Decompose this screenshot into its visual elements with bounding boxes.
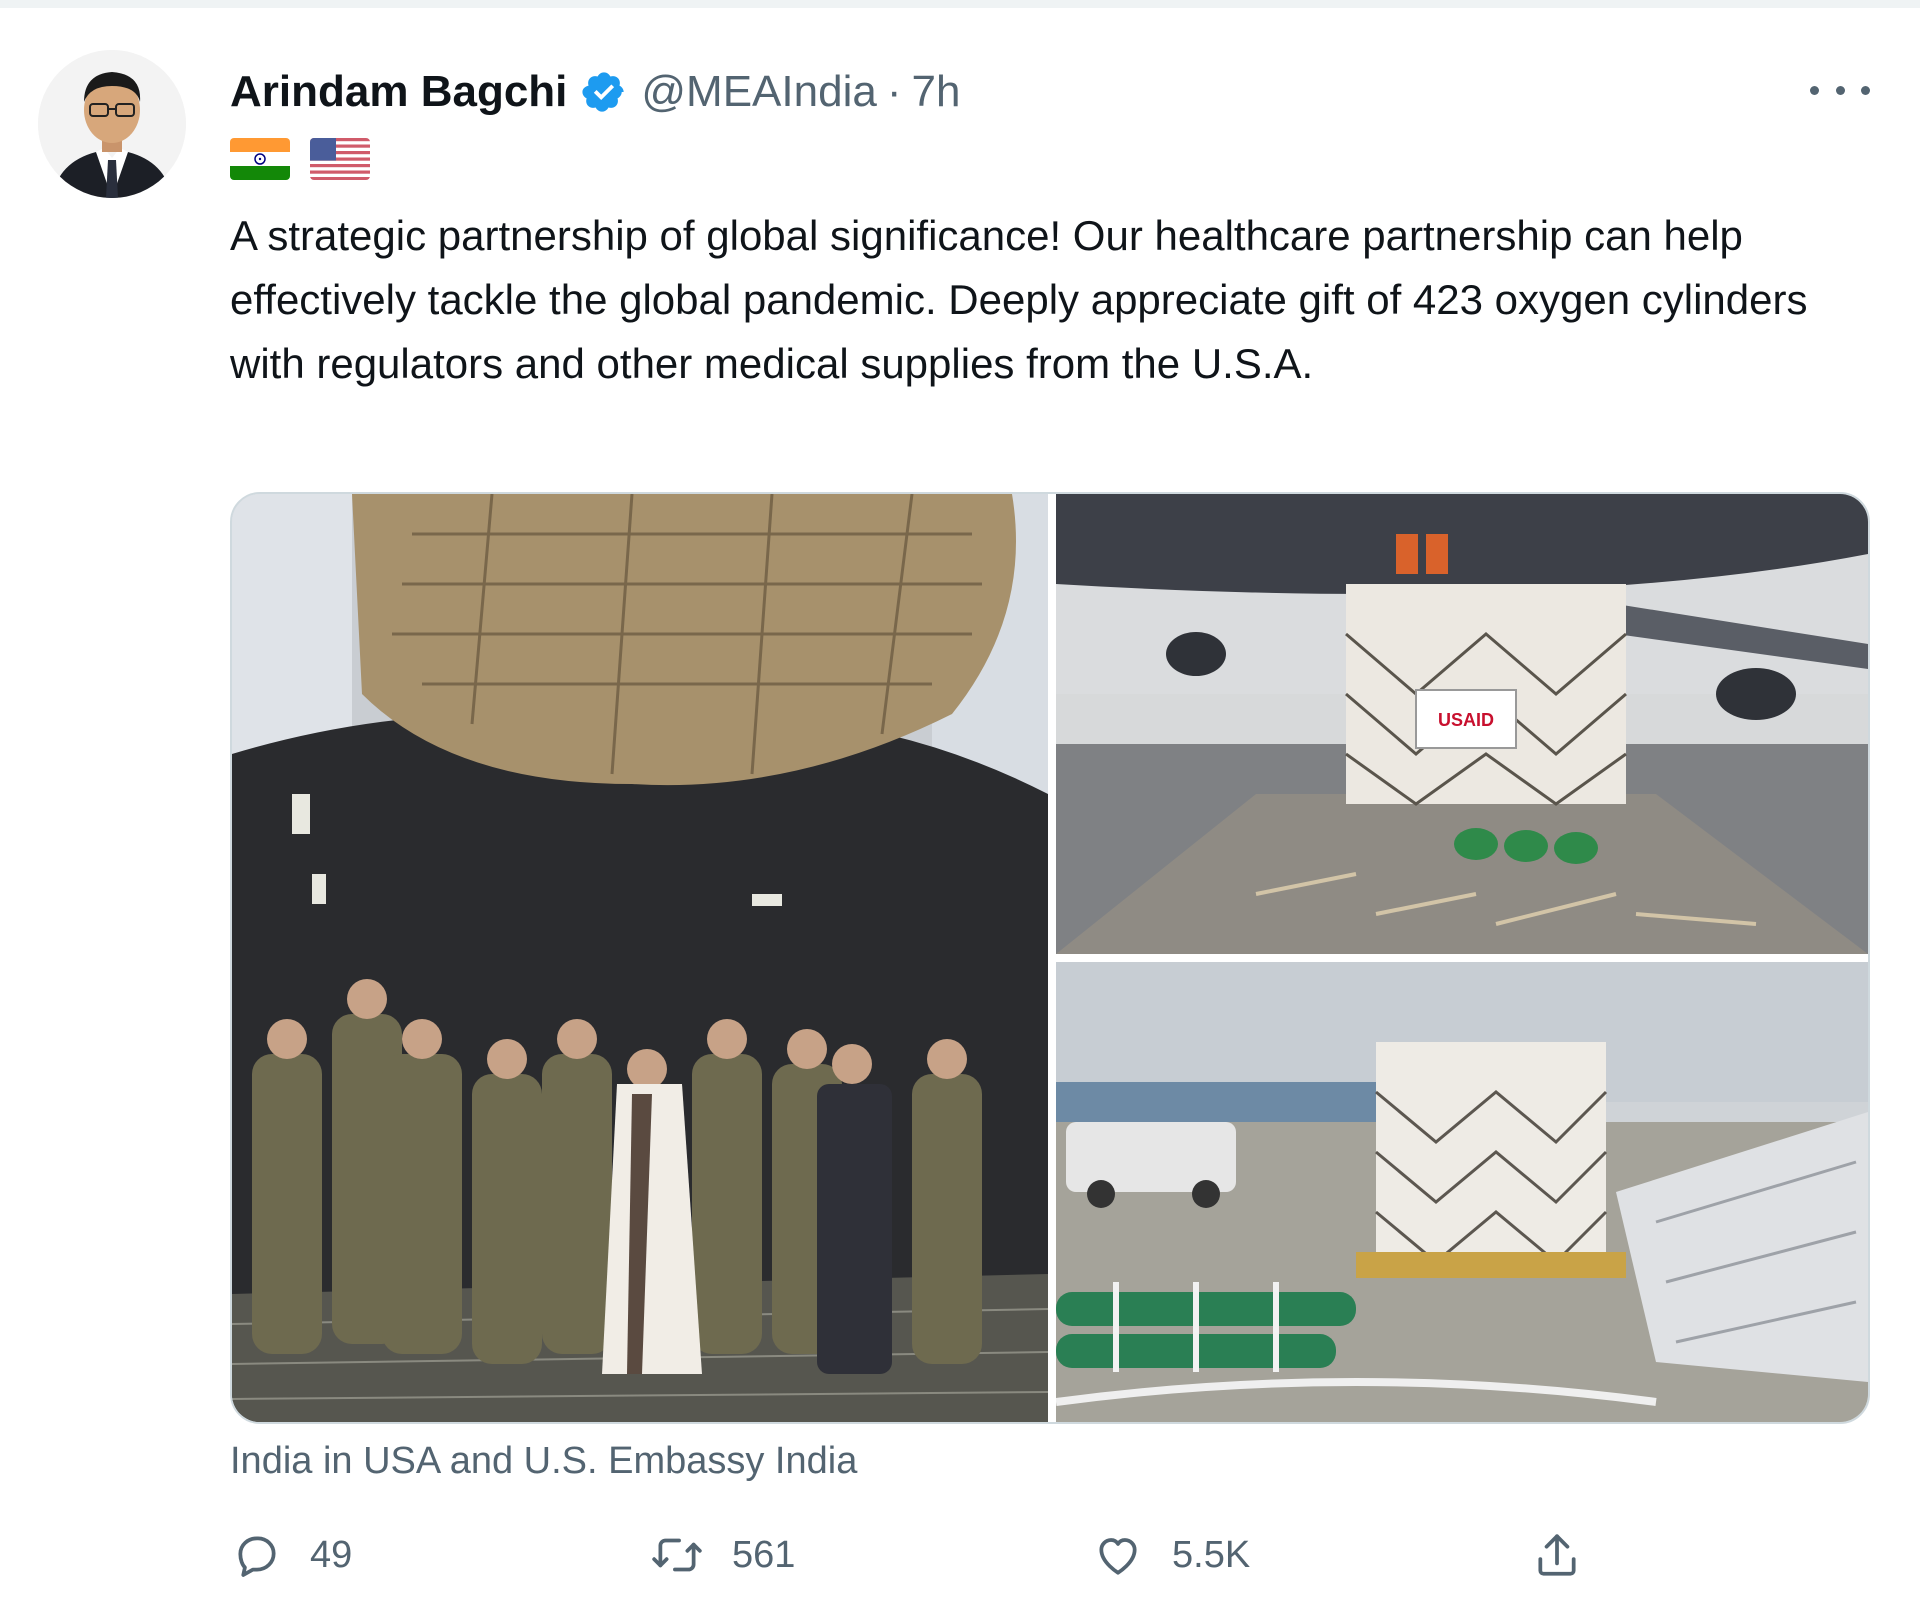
- share-icon: [1532, 1529, 1582, 1581]
- share-button[interactable]: [1532, 1520, 1582, 1590]
- media-photo-cargo-tarmac[interactable]: [1056, 962, 1868, 1422]
- more-icon[interactable]: [1810, 70, 1870, 110]
- avatar[interactable]: [38, 50, 186, 198]
- tweet-card[interactable]: Arindam Bagchi @MEAIndia · 7h A strategi…: [0, 8, 1920, 1619]
- tagged-users-link[interactable]: India in USA and U.S. Embassy India: [230, 1440, 857, 1483]
- like-count: 5.5K: [1172, 1533, 1251, 1576]
- verified-badge-icon: [581, 69, 627, 115]
- tweet-header: Arindam Bagchi @MEAIndia · 7h: [230, 60, 960, 124]
- media-grid[interactable]: USAID: [230, 492, 1870, 1424]
- retweet-button[interactable]: 561: [650, 1520, 795, 1590]
- heart-icon: [1092, 1530, 1144, 1580]
- like-button[interactable]: 5.5K: [1092, 1520, 1250, 1590]
- media-photo-crew[interactable]: [232, 494, 1048, 1422]
- retweet-count: 561: [732, 1533, 796, 1576]
- reply-icon: [232, 1530, 282, 1580]
- top-divider: [0, 0, 1920, 8]
- india-flag-icon: [230, 138, 290, 180]
- reply-button[interactable]: 49: [232, 1520, 352, 1590]
- usaid-label: USAID: [1438, 710, 1494, 730]
- action-bar: 49 561 5.5K: [230, 1520, 1630, 1590]
- usa-flag-icon: [310, 138, 370, 180]
- author-handle[interactable]: @MEAIndia: [641, 67, 876, 117]
- header-separator: ·: [886, 67, 902, 116]
- reply-count: 49: [310, 1533, 353, 1576]
- flag-emojis: [230, 138, 370, 180]
- retweet-icon: [650, 1530, 704, 1580]
- author-display-name[interactable]: Arindam Bagchi: [230, 67, 567, 117]
- media-photo-cargo-aircraft[interactable]: USAID: [1056, 494, 1868, 954]
- tweet-timestamp[interactable]: 7h: [911, 67, 960, 117]
- tweet-text: A strategic partnership of global signif…: [230, 212, 1808, 387]
